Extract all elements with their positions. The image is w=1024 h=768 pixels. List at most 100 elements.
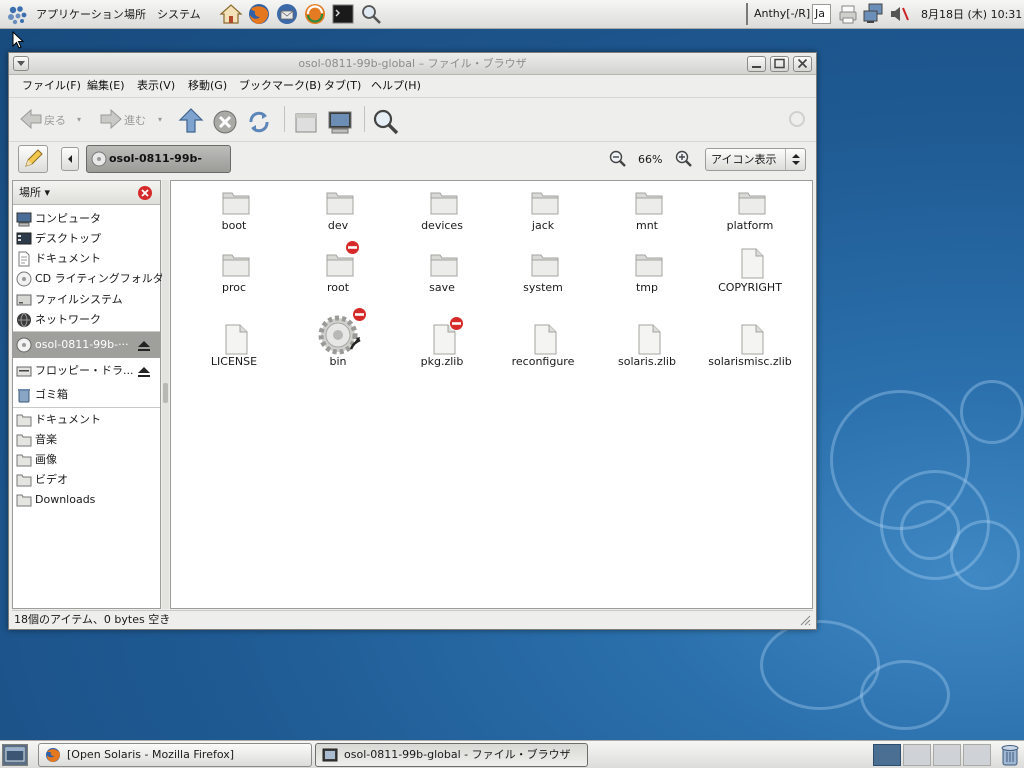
menu-edit[interactable]: 編集(E) (87, 75, 125, 97)
zoom-out-icon[interactable] (609, 150, 627, 168)
folder-icon (16, 414, 32, 427)
trash-icon[interactable] (998, 743, 1022, 767)
language-indicator[interactable]: Ja (812, 4, 831, 24)
thunderbird-icon[interactable] (275, 3, 299, 25)
sidebar-close-button[interactable] (138, 186, 152, 200)
sidebar-item-desktop[interactable]: デスクトップ (13, 229, 160, 249)
workspace-2[interactable] (903, 744, 931, 766)
menu-go[interactable]: 移動(G) (188, 75, 227, 97)
title-bar[interactable]: osol-0811-99b-global – ファイル・ブラウザ (9, 53, 816, 75)
file-item[interactable]: solarismisc.zlib (700, 323, 800, 383)
applications-menu[interactable]: アプリケーション (36, 0, 124, 29)
folder-icon (222, 192, 250, 215)
file-item[interactable]: solaris.zlib (597, 323, 697, 383)
reload-icon[interactable] (246, 105, 272, 139)
view-mode-select[interactable]: アイコン表示 (705, 148, 806, 171)
taskbar-firefox[interactable]: [Open Solaris - Mozilla Firefox] (38, 743, 312, 767)
clock[interactable]: 8月18日 (木) 10:31 (921, 0, 1022, 29)
file-icon-view[interactable]: boot dev devices jack mnt platform proc root sav… (170, 180, 813, 609)
file-name: bin (329, 355, 347, 368)
menu-help[interactable]: ヘルプ(H) (371, 75, 421, 97)
zoom-in-icon[interactable] (675, 150, 693, 168)
firefox-icon[interactable] (247, 3, 271, 25)
sidebar-item-bookmark-videos[interactable]: ビデオ (13, 470, 160, 490)
edit-location-button[interactable] (18, 145, 48, 173)
folder-icon (16, 494, 32, 507)
mouse-cursor-icon (12, 31, 24, 49)
file-item[interactable]: boot (184, 185, 284, 245)
volume-muted-icon[interactable] (888, 3, 910, 25)
search-icon[interactable] (372, 105, 400, 139)
splitter-handle[interactable] (163, 383, 168, 403)
file-item[interactable]: root (288, 240, 388, 307)
menu-bookmarks[interactable]: ブックマーク(B) (239, 75, 321, 97)
sidebar-item-floppy[interactable]: フロッピー・ドラ... (13, 361, 160, 381)
system-menu[interactable]: システム (157, 0, 201, 29)
sidebar-item-bookmark-music[interactable]: 音楽 (13, 430, 160, 450)
file-item[interactable]: mnt (597, 185, 697, 245)
menu-tabs[interactable]: タブ(T) (324, 75, 361, 97)
sidebar: 場所 ▾ コンピュータ デスクトップ ドキュメント CD ライティングフォルダ … (12, 180, 164, 609)
network-icon[interactable] (862, 3, 884, 25)
taskbar-file-browser[interactable]: osol-0811-99b-global - ファイル・ブラウザ (315, 743, 588, 767)
menu-file[interactable]: ファイル(F) (22, 75, 81, 97)
file-item[interactable]: platform (700, 185, 800, 245)
workspace-3[interactable] (933, 744, 961, 766)
maximize-button[interactable] (770, 56, 789, 72)
update-icon[interactable] (303, 3, 327, 25)
sidebar-item-network[interactable]: ネットワーク (13, 310, 160, 330)
workspace-1[interactable] (873, 744, 901, 766)
eject-icon[interactable] (137, 339, 151, 353)
file-item[interactable]: COPYRIGHT (700, 247, 800, 307)
forward-dropdown-icon[interactable]: ▾ (158, 115, 162, 124)
terminal-icon[interactable] (331, 3, 355, 25)
path-button-current[interactable]: osol-0811-99b-global (86, 145, 231, 191)
folder-icon (222, 254, 250, 277)
show-desktop-button[interactable] (2, 744, 28, 766)
sidebar-item-cd-burner[interactable]: CD ライティングフォルダ (13, 269, 164, 289)
close-button[interactable] (793, 56, 812, 72)
sidebar-item-osol-volume[interactable]: osol-0811-99b-··· (13, 332, 160, 358)
sidebar-item-computer[interactable]: コンピュータ (13, 209, 160, 229)
cd-icon (16, 271, 32, 287)
sidebar-item-documents[interactable]: ドキュメント (13, 249, 160, 269)
folder-icon (738, 192, 766, 215)
search-icon[interactable] (359, 3, 383, 25)
zoom-level[interactable]: 66% (638, 142, 662, 178)
computer-icon[interactable] (326, 106, 354, 140)
back-dropdown-icon[interactable]: ▾ (77, 115, 81, 124)
sidebar-item-bookmark-pictures[interactable]: 画像 (13, 450, 160, 470)
home-icon[interactable] (219, 3, 243, 25)
main-menu-icon[interactable] (5, 4, 29, 26)
file-item[interactable]: dev (288, 185, 388, 245)
home-folder-icon[interactable] (293, 106, 319, 140)
forward-button[interactable]: 進む ▾ (97, 102, 169, 136)
eject-icon[interactable] (137, 365, 151, 379)
file-item[interactable]: save (392, 247, 492, 307)
file-item[interactable]: reconfigure (493, 323, 593, 383)
sidebar-type-dropdown[interactable]: 場所 ▾ (19, 181, 50, 205)
sidebar-item-bookmark-downloads[interactable]: Downloads (13, 490, 160, 510)
resize-grip-icon[interactable] (799, 614, 811, 626)
sidebar-item-bookmark-documents[interactable]: ドキュメント (13, 410, 160, 430)
back-button[interactable]: 戻る ▾ (17, 102, 87, 136)
file-item[interactable]: system (493, 247, 593, 307)
minimize-button[interactable] (747, 56, 766, 72)
path-scroll-left-button[interactable] (61, 147, 79, 171)
file-item[interactable]: bin (288, 307, 388, 383)
file-item[interactable]: pkg.zlib (392, 316, 492, 383)
stop-icon[interactable] (212, 105, 238, 139)
file-item[interactable]: devices (392, 185, 492, 245)
file-item[interactable]: tmp (597, 247, 697, 307)
file-item[interactable]: proc (184, 247, 284, 307)
file-item[interactable]: LICENSE (184, 323, 284, 383)
printer-icon[interactable] (838, 3, 858, 25)
workspace-4[interactable] (963, 744, 991, 766)
sidebar-item-filesystem[interactable]: ファイルシステム (13, 290, 160, 310)
sidebar-item-trash[interactable]: ゴミ箱 (13, 385, 160, 405)
file-item[interactable]: jack (493, 185, 593, 245)
input-method-indicator[interactable]: Anthy[-/R] (746, 3, 810, 25)
up-arrow-icon[interactable] (178, 104, 204, 138)
menu-view[interactable]: 表示(V) (137, 75, 175, 97)
places-menu[interactable]: 場所 (124, 0, 146, 29)
